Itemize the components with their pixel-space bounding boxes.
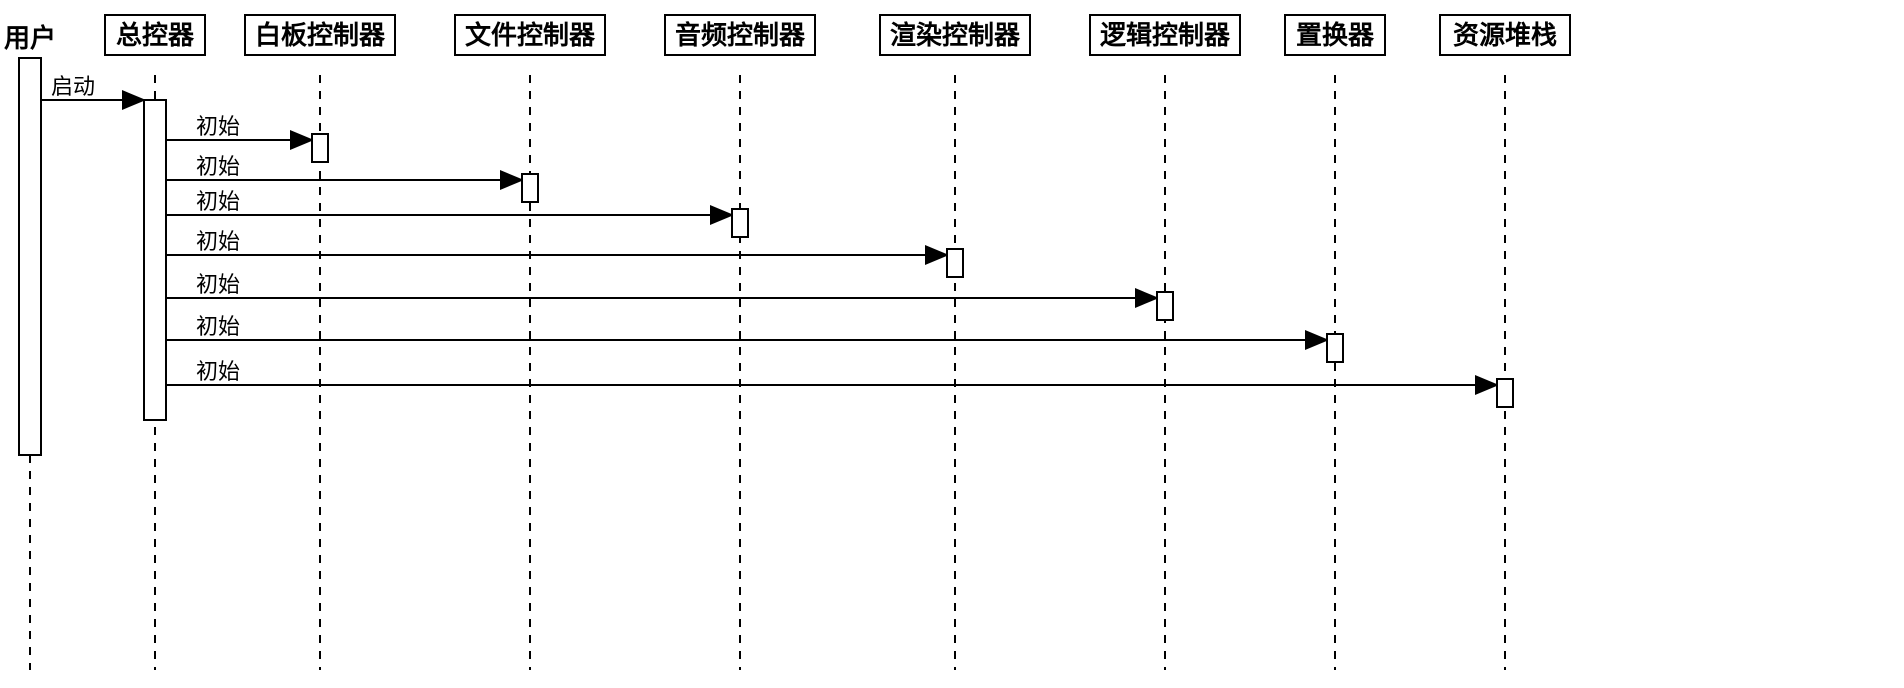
msg-label-stack: 初始 (196, 359, 240, 384)
activation-audio (732, 209, 748, 237)
lifeline-file: 文件控制器 (455, 15, 605, 670)
msg-start-label: 启动 (51, 74, 95, 99)
msg-start: 启动 (41, 74, 144, 100)
actor-user: 用户 (4, 23, 56, 670)
activation-render (947, 249, 963, 277)
msg-label-logic: 初始 (196, 272, 240, 297)
msg-init-whiteboard: 初始 (166, 114, 328, 162)
lifeline-label-render: 渲染控制器 (890, 20, 1021, 50)
msg-label-whiteboard: 初始 (196, 114, 240, 139)
master-activation (144, 100, 166, 420)
lifeline-label-file: 文件控制器 (465, 20, 596, 50)
lifeline-label-audio: 音频控制器 (675, 20, 806, 50)
msg-init-swapper: 初始 (166, 314, 1343, 362)
msg-label-render: 初始 (196, 229, 240, 254)
activation-stack (1497, 379, 1513, 407)
msg-init-stack: 初始 (166, 359, 1513, 407)
lifeline-label-logic: 逻辑控制器 (1100, 20, 1231, 50)
lifelines-group: 总控器 白板控制器 文件控制器 音频控制器 渲染控制器 逻辑控制器 置换器 资源堆栈 (105, 15, 1570, 670)
init-messages-group: 初始初始初始初始初始初始初始 (166, 114, 1513, 407)
msg-init-audio: 初始 (166, 189, 748, 237)
lifeline-render: 渲染控制器 (880, 15, 1030, 670)
msg-init-render: 初始 (166, 229, 963, 277)
lifeline-label-swapper: 置换器 (1296, 20, 1375, 50)
lifeline-label-whiteboard: 白板控制器 (255, 20, 386, 50)
lifeline-label-stack: 资源堆栈 (1453, 20, 1557, 50)
activation-logic (1157, 292, 1173, 320)
msg-label-audio: 初始 (196, 189, 240, 214)
lifeline-whiteboard: 白板控制器 (245, 15, 395, 670)
activation-swapper (1327, 334, 1343, 362)
msg-init-logic: 初始 (166, 272, 1173, 320)
lifeline-audio: 音频控制器 (665, 15, 815, 670)
lifeline-label-master: 总控器 (116, 20, 195, 50)
actor-label: 用户 (4, 23, 56, 53)
actor-activation (19, 58, 41, 455)
activation-file (522, 174, 538, 202)
lifeline-logic: 逻辑控制器 (1090, 15, 1240, 670)
lifeline-stack: 资源堆栈 (1440, 15, 1570, 670)
msg-label-swapper: 初始 (196, 314, 240, 339)
sequence-diagram: 用户 总控器 白板控制器 文件控制器 音频控制器 渲染控制器 逻辑控制器 置换器 资源堆栈 启… (0, 0, 1904, 688)
activation-whiteboard (312, 134, 328, 162)
msg-label-file: 初始 (196, 154, 240, 179)
